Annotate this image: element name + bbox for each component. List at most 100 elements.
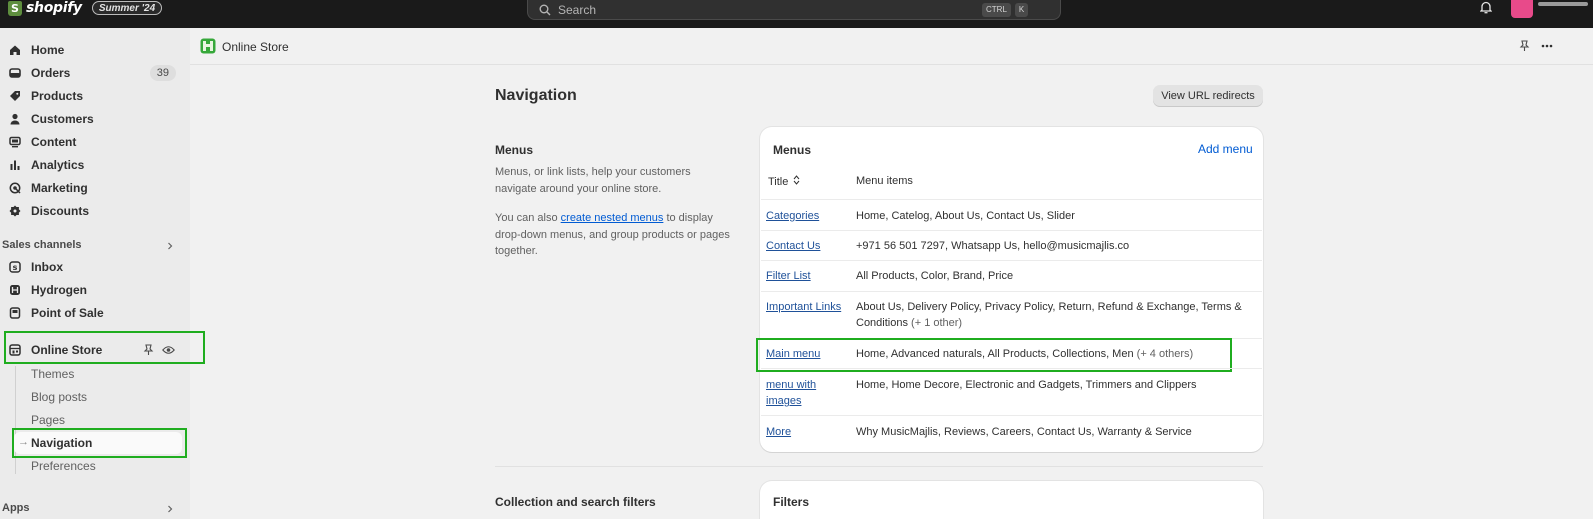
chevron-right-icon[interactable] (165, 241, 175, 251)
view-url-redirects-button[interactable]: View URL redirects (1153, 85, 1263, 107)
add-menu-link[interactable]: Add menu (1198, 142, 1253, 156)
row-divider (761, 260, 1262, 261)
sidebar-subitem-themes[interactable]: Themes (31, 367, 74, 381)
sidebar-item-point-of-sale[interactable]: Point of Sale (8, 302, 180, 324)
content-icon (8, 135, 22, 149)
discount-icon (8, 204, 22, 218)
nested-desc-prefix: You can also (495, 212, 561, 224)
sidebar-item-discounts[interactable]: Discounts (8, 200, 180, 222)
sort-icon (793, 175, 800, 188)
menu-link-categories[interactable]: Categories (766, 208, 850, 224)
online-store-icon (200, 38, 216, 54)
sidebar-item-inbox[interactable]: s Inbox (8, 256, 180, 278)
orders-count-badge: 39 (149, 65, 176, 81)
filters-card-title: Filters (773, 495, 810, 509)
menu-items-filter-list: All Products, Color, Brand, Price (856, 270, 1014, 282)
sidebar-item-content[interactable]: Content (8, 131, 180, 153)
row-divider (761, 230, 1262, 231)
person-icon (8, 112, 22, 126)
sidebar-item-marketing[interactable]: Marketing (8, 177, 180, 199)
main-menu-highlight (756, 338, 1232, 372)
row-divider (761, 415, 1262, 416)
filters-section-title: Collection and search filters (495, 495, 656, 509)
tag-icon (8, 89, 22, 103)
menu-link-more[interactable]: More (766, 424, 850, 440)
more-items-count: (+ 1 other) (911, 317, 963, 329)
bar-chart-icon (8, 158, 22, 172)
sidebar-item-label: Content (31, 135, 77, 149)
sidebar-item-label: Hydrogen (31, 283, 88, 297)
search-bar[interactable]: CTRL K (527, 0, 1061, 20)
search-input[interactable] (558, 2, 978, 17)
menus-section-title: Menus (495, 143, 534, 157)
pos-icon (8, 306, 22, 320)
orders-icon (8, 66, 22, 80)
sidebar-item-label: Analytics (31, 158, 85, 172)
store-name-obscured[interactable] (1538, 0, 1593, 10)
sidebar-item-label: Orders (31, 66, 71, 80)
sidebar-item-label: Customers (31, 112, 94, 126)
create-nested-menus-link[interactable]: create nested menus (561, 212, 664, 224)
row-divider (761, 291, 1262, 292)
brand-wordmark: shopify (26, 0, 82, 16)
row-divider (761, 199, 1262, 200)
shopify-logo[interactable]: S shopify Summer '24 (8, 0, 163, 16)
breadcrumb[interactable]: Online Store (222, 40, 289, 54)
menu-link-filter-list[interactable]: Filter List (766, 268, 850, 284)
sidebar-subitem-preferences[interactable]: Preferences (31, 459, 96, 473)
search-icon (538, 3, 552, 17)
pin-icon[interactable] (1517, 39, 1531, 53)
menu-items-more: Why MusicMajlis, Reviews, Careers, Conta… (856, 426, 1192, 438)
navigation-highlight (12, 428, 187, 458)
svg-text:s: s (13, 263, 18, 272)
page-title: Navigation (495, 87, 577, 104)
row-divider (761, 368, 1262, 369)
bell-icon[interactable] (1478, 0, 1494, 14)
menu-items-contact-us: +971 56 501 7297, Whatsapp Us, hello@mus… (856, 240, 1130, 252)
menus-card-title: Menus (773, 143, 812, 157)
menu-items-important-links: About Us, Delivery Policy, Privacy Polic… (856, 299, 1256, 331)
sidebar-item-label: Home (31, 43, 65, 57)
top-bar: S shopify Summer '24 CTRL K (0, 0, 1593, 28)
sidebar-subitem-blog-posts[interactable]: Blog posts (31, 390, 87, 404)
menu-link-contact-us[interactable]: Contact Us (766, 238, 850, 254)
more-options-icon[interactable] (1540, 39, 1554, 53)
sidebar-item-label: Discounts (31, 204, 90, 218)
apps-heading[interactable]: Apps (2, 502, 30, 514)
sidebar-item-customers[interactable]: Customers (8, 108, 180, 130)
menu-link-menu-with-images[interactable]: menu with images (766, 377, 836, 409)
sidebar-item-label: Point of Sale (31, 306, 104, 320)
avatar[interactable] (1511, 0, 1533, 18)
shortcut-key-k: K (1014, 2, 1029, 17)
menu-link-important-links[interactable]: Important Links (766, 299, 850, 315)
hydrogen-icon (8, 283, 22, 297)
sidebar-item-analytics[interactable]: Analytics (8, 154, 180, 176)
online-store-highlight (4, 331, 205, 364)
sales-channels-heading[interactable]: Sales channels (2, 239, 82, 251)
sidebar-item-label: Marketing (31, 181, 88, 195)
edition-badge[interactable]: Summer '24 (91, 1, 163, 15)
sidebar-item-orders[interactable]: Orders 39 (8, 62, 180, 84)
page-header (190, 28, 1593, 65)
menu-items-categories: Home, Catelog, About Us, Contact Us, Sli… (856, 210, 1075, 222)
column-header-title-label: Title (768, 175, 789, 188)
column-header-menu-items: Menu items (856, 175, 913, 187)
section-divider (495, 466, 1263, 467)
menu-items-menu-with-images: Home, Home Decore, Electronic and Gadget… (856, 379, 1197, 391)
filters-card (760, 481, 1263, 519)
nested-menus-description: You can also create nested menus to disp… (495, 210, 735, 260)
inbox-icon: s (8, 260, 22, 274)
target-icon (8, 181, 22, 195)
sidebar-item-label: Products (31, 89, 84, 103)
sidebar-item-home[interactable]: Home (8, 39, 180, 61)
sidebar-subitem-pages[interactable]: Pages (31, 413, 65, 427)
chevron-right-icon[interactable] (165, 504, 175, 514)
menus-section-description: Menus, or link lists, help your customer… (495, 166, 691, 195)
sidebar-item-hydrogen[interactable]: Hydrogen (8, 279, 180, 301)
shortcut-key-ctrl: CTRL (982, 2, 1011, 17)
shopify-bag-icon: S (8, 0, 22, 16)
column-header-title[interactable]: Title (768, 175, 800, 188)
home-icon (8, 43, 22, 57)
sidebar-item-label: Inbox (31, 260, 63, 274)
sidebar-item-products[interactable]: Products (8, 85, 180, 107)
